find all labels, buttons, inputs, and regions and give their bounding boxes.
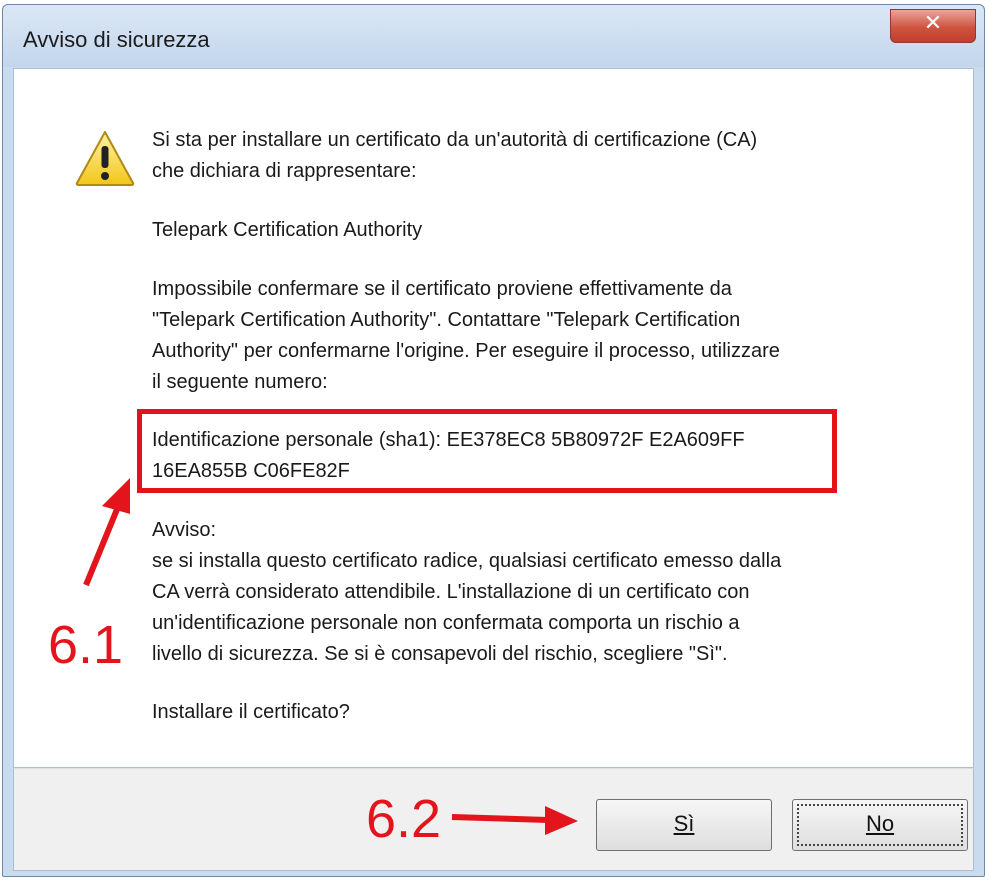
arrow-6-1-shaft <box>83 500 123 587</box>
arrow-6-2-head <box>545 806 578 835</box>
annotation-6-2: 6.2 <box>366 789 442 849</box>
arrow-6-1-head <box>102 478 130 514</box>
annotation-6-1: 6.1 <box>48 615 124 675</box>
arrow-6-2-shaft <box>451 814 549 823</box>
annotation-arrows <box>83 478 578 835</box>
